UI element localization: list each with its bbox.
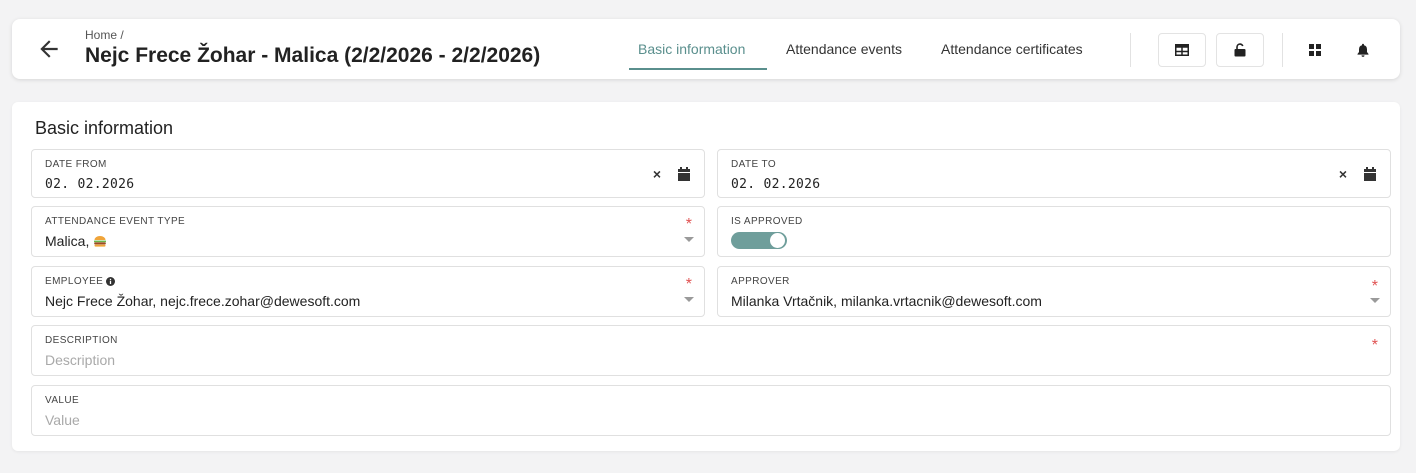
value-placeholder[interactable]: Value bbox=[45, 412, 80, 428]
approver-label: APPROVER bbox=[731, 276, 790, 287]
section-title: Basic information bbox=[35, 118, 174, 138]
description-input[interactable]: DESCRIPTION Description * bbox=[31, 325, 1391, 376]
chevron-down-icon[interactable] bbox=[1370, 298, 1380, 303]
breadcrumb[interactable]: Home / bbox=[85, 28, 124, 42]
date-from-value: 02. 02.2026 bbox=[45, 177, 135, 192]
required-marker: * bbox=[1371, 337, 1378, 354]
date-to-value: 02. 02.2026 bbox=[731, 177, 821, 192]
date-from-field[interactable]: DATE FROM 02. 02.2026 × bbox=[31, 149, 705, 198]
chevron-down-icon[interactable] bbox=[684, 297, 694, 302]
page-title: Nejc Frece Žohar - Malica (2/2/2026 - 2/… bbox=[85, 44, 541, 67]
clear-date-from-icon[interactable]: × bbox=[653, 166, 661, 182]
employee-label: EMPLOYEE bbox=[45, 276, 104, 287]
attendance-event-type-label: ATTENDANCE EVENT TYPE bbox=[45, 216, 186, 227]
date-from-label: DATE FROM bbox=[45, 159, 107, 170]
basic-information-card: Basic information DATE FROM 02. 02.2026 … bbox=[12, 102, 1400, 451]
divider bbox=[1130, 33, 1131, 67]
active-tab-indicator bbox=[629, 68, 767, 70]
attendance-event-type-text: Malica, bbox=[45, 233, 90, 249]
employee-label-group: EMPLOYEE bbox=[45, 276, 116, 287]
description-label: DESCRIPTION bbox=[45, 335, 118, 346]
calendar-icon[interactable] bbox=[1362, 166, 1378, 182]
top-bar: Home / Nejc Frece Žohar - Malica (2/2/20… bbox=[12, 19, 1400, 79]
unlock-button[interactable] bbox=[1216, 33, 1264, 67]
clear-date-to-icon[interactable]: × bbox=[1339, 166, 1347, 182]
employee-select[interactable]: EMPLOYEE Nejc Frece Žohar, nejc.frece.zo… bbox=[31, 266, 705, 317]
bell-icon bbox=[1357, 43, 1369, 57]
grid-icon bbox=[1309, 44, 1321, 56]
is-approved-label: IS APPROVED bbox=[731, 216, 803, 227]
table-view-button[interactable] bbox=[1158, 33, 1206, 67]
back-arrow-icon[interactable] bbox=[36, 36, 62, 62]
approver-select[interactable]: APPROVER Milanka Vrtačnik, milanka.vrtac… bbox=[717, 266, 1391, 317]
required-marker: * bbox=[685, 216, 692, 233]
required-marker: * bbox=[1371, 278, 1378, 295]
tab-basic-information[interactable]: Basic information bbox=[638, 41, 745, 57]
table-icon bbox=[1175, 44, 1189, 56]
notifications-button[interactable] bbox=[1346, 33, 1380, 67]
date-to-field[interactable]: DATE TO 02. 02.2026 × bbox=[717, 149, 1391, 198]
value-input[interactable]: VALUE Value bbox=[31, 385, 1391, 436]
date-to-label: DATE TO bbox=[731, 159, 777, 170]
tab-attendance-certificates[interactable]: Attendance certificates bbox=[941, 41, 1083, 57]
attendance-event-type-select[interactable]: ATTENDANCE EVENT TYPE Malica, * bbox=[31, 206, 705, 257]
employee-value: Nejc Frece Žohar, nejc.frece.zohar@dewes… bbox=[45, 293, 361, 309]
toggle-knob bbox=[769, 232, 786, 249]
info-icon[interactable] bbox=[106, 277, 116, 286]
attendance-event-type-value: Malica, bbox=[45, 233, 107, 249]
is-approved-toggle[interactable] bbox=[731, 232, 787, 249]
chevron-down-icon[interactable] bbox=[684, 237, 694, 242]
unlock-icon bbox=[1234, 43, 1246, 57]
burger-icon bbox=[94, 236, 107, 247]
divider bbox=[1282, 33, 1283, 67]
required-marker: * bbox=[685, 276, 692, 293]
is-approved-field: IS APPROVED bbox=[717, 206, 1391, 257]
value-label: VALUE bbox=[45, 395, 80, 406]
calendar-icon[interactable] bbox=[676, 166, 692, 182]
approver-value: Milanka Vrtačnik, milanka.vrtacnik@dewes… bbox=[731, 293, 1042, 309]
description-placeholder[interactable]: Description bbox=[45, 352, 115, 368]
tab-attendance-events[interactable]: Attendance events bbox=[786, 41, 902, 57]
apps-button[interactable] bbox=[1298, 33, 1332, 67]
